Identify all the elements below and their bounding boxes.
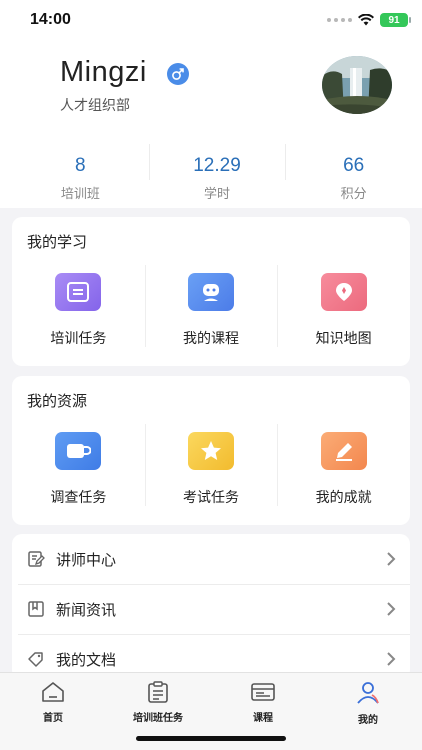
stat-training-classes[interactable]: 8 培训班 — [12, 144, 149, 206]
home-icon — [42, 682, 64, 702]
male-icon — [167, 63, 189, 85]
menu-list: 讲师中心 新闻资讯 我的文档 — [12, 534, 410, 680]
cup-icon — [55, 432, 102, 470]
edit-note-icon — [28, 551, 45, 567]
robot-icon — [188, 273, 234, 311]
stat-label: 培训班 — [60, 187, 100, 202]
bookmark-icon — [28, 601, 44, 617]
star-icon — [188, 432, 234, 470]
pencil-icon — [320, 432, 367, 470]
my-achievements-button[interactable]: 我的成就 — [277, 422, 410, 512]
cell-label: 考试任务 — [183, 490, 239, 506]
survey-tasks-button[interactable]: 调查任务 — [12, 422, 145, 512]
training-tasks-button[interactable]: 培训任务 — [12, 263, 145, 353]
avatar[interactable] — [322, 56, 392, 114]
section-title: 我的资源 — [27, 392, 88, 410]
chevron-right-icon — [387, 652, 396, 666]
knowledge-map-button[interactable]: 知识地图 — [277, 263, 410, 353]
tab-label: 培训班任务 — [133, 713, 183, 724]
tab-mine[interactable]: 我的 — [328, 681, 408, 726]
chevron-right-icon — [387, 602, 396, 616]
exam-tasks-button[interactable]: 考试任务 — [144, 422, 278, 512]
my-courses-button[interactable]: 我的课程 — [144, 263, 278, 353]
clipboard-icon — [148, 681, 168, 703]
wifi-icon — [358, 14, 374, 26]
tab-home[interactable]: 首页 — [13, 681, 93, 724]
stat-label: 积分 — [340, 187, 367, 202]
status-time: 14:00 — [30, 11, 71, 28]
menu-item-label: 讲师中心 — [56, 550, 117, 569]
battery-level: 91 — [388, 14, 400, 26]
document-icon — [55, 273, 102, 311]
tab-courses[interactable]: 课程 — [223, 681, 303, 724]
stat-points[interactable]: 66 积分 — [285, 144, 422, 206]
tab-label: 我的 — [358, 715, 378, 726]
user-department: 人才组织部 — [60, 98, 130, 114]
cell-label: 知识地图 — [315, 331, 372, 347]
tab-label: 课程 — [253, 713, 273, 724]
stat-study-hours[interactable]: 12.29 学时 — [148, 144, 286, 206]
stats-row: 8 培训班 12.29 学时 66 积分 — [12, 144, 422, 206]
stat-label: 学时 — [204, 187, 231, 202]
course-icon — [251, 683, 275, 701]
menu-item-label: 我的文档 — [56, 650, 117, 669]
stat-value: 8 — [75, 155, 86, 176]
signal-icon — [327, 18, 352, 22]
menu-item-news[interactable]: 新闻资讯 — [12, 584, 410, 634]
my-resources-card: 我的资源 调查任务 考试任务 我的成就 — [12, 376, 410, 525]
user-icon — [357, 682, 379, 704]
menu-item-label: 新闻资讯 — [56, 600, 117, 619]
stat-value: 12.29 — [193, 155, 241, 176]
cell-label: 我的课程 — [183, 331, 239, 347]
tag-icon — [28, 652, 43, 667]
tab-training-class-tasks[interactable]: 培训班任务 — [118, 681, 198, 724]
home-indicator — [136, 736, 286, 741]
my-learning-card: 我的学习 培训任务 我的课程 知识地图 — [12, 217, 410, 366]
map-pin-icon — [320, 273, 367, 311]
tab-label: 首页 — [43, 713, 63, 724]
battery-icon: 91 — [380, 13, 411, 27]
stat-value: 66 — [343, 155, 365, 176]
status-bar: 14:00 91 — [0, 0, 422, 44]
user-name: Mingzi — [60, 56, 147, 88]
profile-header: Mingzi 人才组织部 8 培训班 12.29 学时 66 积分 — [0, 44, 422, 208]
cell-label: 我的成就 — [315, 490, 372, 506]
menu-item-lecturer-center[interactable]: 讲师中心 — [12, 534, 410, 584]
my-learning-grid: 培训任务 我的课程 知识地图 — [12, 263, 410, 353]
my-resources-grid: 调查任务 考试任务 我的成就 — [12, 422, 410, 512]
status-indicators: 91 — [327, 13, 411, 27]
section-title: 我的学习 — [27, 233, 88, 251]
chevron-right-icon — [387, 552, 396, 566]
cell-label: 调查任务 — [50, 490, 107, 506]
cell-label: 培训任务 — [50, 331, 107, 347]
